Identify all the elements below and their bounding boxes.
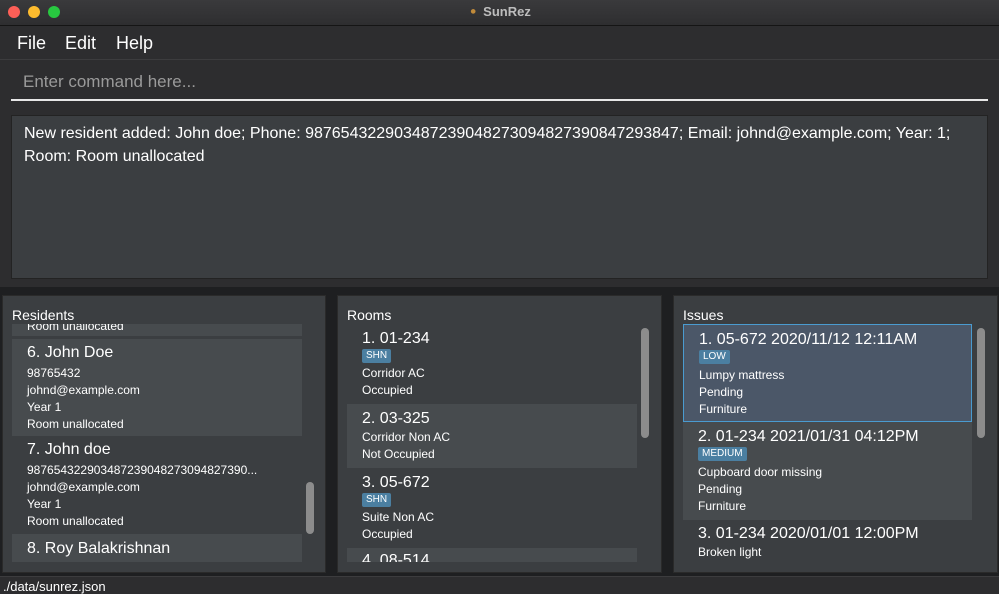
resident-room: Room unallocated [27, 514, 124, 528]
room-number: 2. 03-325 [362, 410, 430, 427]
resident-name: 7. John doe [27, 441, 111, 458]
room-number: 1. 01-234 [362, 330, 430, 347]
resident-email: johnd@example.com [27, 480, 140, 494]
resident-room: Room unallocated [27, 324, 124, 333]
room-type: Corridor Non AC [362, 430, 451, 444]
issue-severity-tag: MEDIUM [698, 447, 747, 461]
resident-email: johnd@example.com [27, 383, 140, 397]
list-item[interactable]: 4. 08-514 [347, 548, 637, 562]
list-item[interactable]: 3. 01-234 2020/01/01 12:00PM Broken ligh… [683, 520, 972, 562]
list-item[interactable]: Room unallocated [12, 324, 302, 336]
app-icon: ⚫ [468, 6, 478, 18]
issue-status: Pending [699, 385, 744, 399]
list-item[interactable]: 7. John doe 9876543229034872390482730948… [12, 436, 302, 534]
list-item[interactable]: 2. 01-234 2021/01/31 04:12PM MEDIUM Cupb… [683, 422, 972, 520]
rooms-panel: Rooms 1. 01-234 SHN Corridor AC Occupied… [337, 295, 662, 573]
residents-panel: Residents Room unallocated 6. John Doe 9… [2, 295, 326, 573]
room-status: Occupied [362, 383, 413, 397]
resident-phone: 98765432 [27, 366, 81, 380]
issue-description: Lumpy mattress [699, 368, 785, 382]
resident-year: Year 1 [27, 400, 62, 414]
issues-header: Issues [683, 307, 724, 323]
list-item[interactable]: 2. 03-325 Corridor Non AC Not Occupied [347, 404, 637, 468]
issue-title: 1. 05-672 2020/11/12 12:11AM [699, 331, 918, 348]
room-type: Suite Non AC [362, 510, 435, 524]
list-item[interactable]: 6. John Doe 98765432 johnd@example.com Y… [12, 339, 302, 436]
issue-category: Furniture [698, 499, 747, 513]
title-bar: ⚫ SunRez [0, 0, 999, 26]
list-item-selected[interactable]: 1. 05-672 2020/11/12 12:11AM LOW Lumpy m… [683, 324, 972, 422]
room-type: Corridor AC [362, 366, 425, 380]
issue-description: Broken light [698, 545, 762, 559]
issues-panel: Issues 1. 05-672 2020/11/12 12:11AM LOW … [673, 295, 998, 573]
room-number: 4. 08-514 [362, 552, 430, 562]
list-item[interactable]: 1. 01-234 SHN Corridor AC Occupied [347, 324, 637, 404]
resident-name: 8. Roy Balakrishnan [27, 540, 171, 557]
issues-scrollbar[interactable] [977, 328, 985, 438]
resident-name: 6. John Doe [27, 344, 114, 361]
window-title: ⚫ SunRez [0, 4, 999, 19]
issue-severity-tag: LOW [699, 350, 730, 364]
room-tag: SHN [362, 493, 392, 507]
command-input[interactable] [11, 64, 988, 101]
room-number: 3. 05-672 [362, 474, 430, 491]
room-status: Not Occupied [362, 447, 435, 461]
status-bar: ./data/sunrez.json [0, 576, 999, 594]
residents-scrollbar[interactable] [306, 482, 314, 534]
rooms-scrollbar[interactable] [641, 328, 649, 438]
residents-list[interactable]: Room unallocated 6. John Doe 98765432 jo… [12, 324, 317, 562]
issue-title: 3. 01-234 2020/01/01 12:00PM [698, 525, 919, 542]
room-status: Occupied [362, 527, 413, 541]
menu-edit[interactable]: Edit [65, 33, 96, 54]
issues-list[interactable]: 1. 05-672 2020/11/12 12:11AM LOW Lumpy m… [683, 324, 989, 562]
residents-header: Residents [12, 307, 75, 323]
rooms-list[interactable]: 1. 01-234 SHN Corridor AC Occupied 2. 03… [347, 324, 653, 562]
result-display: New resident added: John doe; Phone: 987… [11, 115, 988, 279]
menu-help[interactable]: Help [116, 33, 153, 54]
menu-bar: File Edit Help [0, 26, 999, 60]
rooms-header: Rooms [347, 307, 392, 323]
resident-room: Room unallocated [27, 417, 124, 431]
menu-file[interactable]: File [17, 33, 46, 54]
issue-description: Cupboard door missing [698, 465, 823, 479]
resident-phone: 98765432290348723904827309482739​0... [27, 463, 258, 477]
room-tag: SHN [362, 349, 392, 363]
issue-status: Pending [698, 482, 743, 496]
resident-year: Year 1 [27, 497, 62, 511]
data-file-path: ./data/sunrez.json [3, 579, 106, 594]
window-title-text: SunRez [483, 4, 531, 19]
list-item[interactable]: 8. Roy Balakrishnan [12, 534, 302, 562]
result-text: New resident added: John doe; Phone: 987… [24, 125, 951, 165]
list-item[interactable]: 3. 05-672 SHN Suite Non AC Occupied [347, 468, 637, 548]
issue-title: 2. 01-234 2021/01/31 04:12PM [698, 428, 919, 445]
issue-category: Furniture [699, 402, 748, 416]
